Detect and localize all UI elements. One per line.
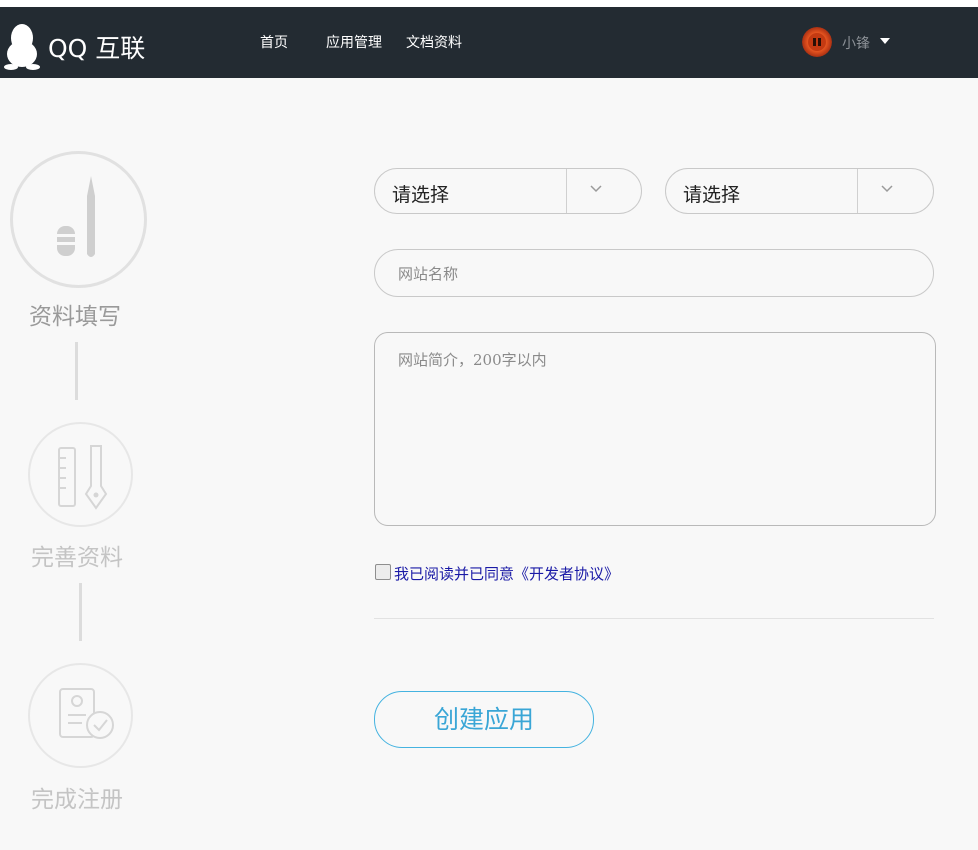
select-subcategory[interactable]: 请选择 xyxy=(665,168,934,214)
pen-icon xyxy=(57,176,95,257)
nav-link-home[interactable]: 首页 xyxy=(260,32,288,52)
select-divider xyxy=(857,169,858,213)
document-check-icon xyxy=(59,688,114,739)
top-band xyxy=(0,0,978,7)
select-category-value: 请选择 xyxy=(392,184,450,206)
select-subcategory-value: 请选择 xyxy=(683,184,741,206)
top-navbar: QQ 互联 首页 应用管理 文档资料 小锋 xyxy=(0,7,978,78)
agree-checkbox[interactable] xyxy=(375,564,391,580)
ruler-pen-icon xyxy=(58,445,108,510)
site-name-input[interactable]: 网站名称 xyxy=(374,249,934,297)
site-intro-placeholder: 网站简介，200字以内 xyxy=(398,351,547,369)
nav-link-docs[interactable]: 文档资料 xyxy=(406,32,462,52)
step-1-label: 资料填写 xyxy=(29,304,121,330)
step-connector-1 xyxy=(75,342,78,400)
nav-link-app-management[interactable]: 应用管理 xyxy=(326,32,382,52)
step-2-label: 完善资料 xyxy=(31,545,123,571)
step-3-circle xyxy=(28,663,133,768)
step-1-circle xyxy=(10,151,147,288)
chevron-down-icon[interactable] xyxy=(590,185,602,193)
site-intro-textarea[interactable]: 网站简介，200字以内 xyxy=(374,332,936,526)
qq-penguin-icon[interactable] xyxy=(4,22,40,70)
step-3-label: 完成注册 xyxy=(31,787,123,813)
caret-down-icon[interactable] xyxy=(880,38,890,44)
logo-text[interactable]: QQ 互联 xyxy=(48,29,145,65)
form-divider xyxy=(374,618,934,619)
select-category[interactable]: 请选择 xyxy=(374,168,642,214)
user-avatar[interactable] xyxy=(802,27,832,57)
site-name-placeholder: 网站名称 xyxy=(398,265,459,283)
agreement-link[interactable]: 我已阅读并已同意《开发者协议》 xyxy=(394,563,619,584)
create-app-button[interactable]: 创建应用 xyxy=(374,691,594,748)
step-connector-2 xyxy=(79,583,82,641)
user-name[interactable]: 小锋 xyxy=(842,33,870,53)
step-2-circle xyxy=(28,422,133,527)
chevron-down-icon[interactable] xyxy=(881,185,893,193)
select-divider xyxy=(566,169,567,213)
